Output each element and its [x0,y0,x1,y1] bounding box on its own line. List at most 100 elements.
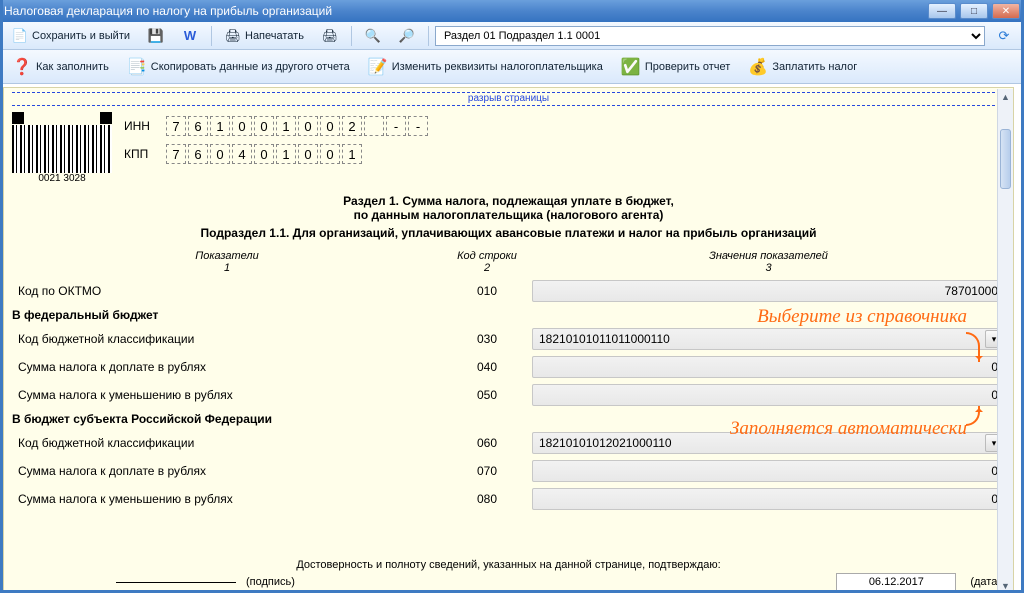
digit-cell[interactable]: 6 [188,144,208,164]
maximize-button[interactable]: □ [960,3,988,19]
digit-cell[interactable]: - [408,116,428,136]
sub-header-label: В бюджет субъекта Российской Федерации [12,412,442,426]
oktmo-value[interactable]: 78701000 [532,280,1005,302]
printer-icon: 🖨 [225,28,241,44]
col3-header: Значения показателей [709,250,828,262]
edit-icon: 📝 [368,57,388,77]
copy-data-button[interactable]: 📑 Скопировать данные из другого отчета [120,54,357,80]
footer-statement: Достоверность и полноту сведений, указан… [4,559,1013,571]
word-button[interactable]: W [175,25,205,47]
how-fill-button[interactable]: ❓ Как заполнить [5,54,116,80]
digit-cell[interactable]: 1 [276,116,296,136]
column-headers: Показатели1 Код строки2 Значения показат… [12,250,1005,274]
separator [428,26,429,46]
oktmo-code: 010 [442,284,532,298]
zoom-in-button[interactable]: 🔍 [358,25,388,47]
col2-header: Код строки [457,250,517,262]
change-req-button[interactable]: 📝 Изменить реквизиты налогоплательщика [361,54,610,80]
digit-cell[interactable]: - [386,116,406,136]
save-exit-button[interactable]: 📄 Сохранить и выйти [5,25,137,47]
minimize-button[interactable]: — [928,3,956,19]
section-nav: Раздел 01 Подраздел 1.1 0001 [435,26,985,46]
signature-label: (подпись) [246,576,295,588]
digit-cell[interactable]: 0 [298,116,318,136]
toolbar-actions: ❓ Как заполнить 📑 Скопировать данные из … [0,50,1024,84]
refresh-button[interactable]: ⟳ [989,25,1019,47]
zoom-out-icon: 🔎 [399,28,415,44]
window-title-bar: Налоговая декларация по налогу на прибыл… [0,0,1024,22]
digit-cell[interactable]: 0 [254,116,274,136]
page-break-indicator: разрыв страницы [12,92,1005,106]
barcode-corners [12,112,112,124]
save-button[interactable]: 💾 [141,25,171,47]
document-page: разрыв страницы 0021 3028 ИНН 761001002-… [3,87,1014,593]
save-exit-icon: 📄 [12,28,28,44]
digit-cell[interactable]: 6 [188,116,208,136]
r030-value[interactable]: 18210101011011000110▾ [532,328,1005,350]
digit-cell[interactable]: 0 [298,144,318,164]
digit-cell[interactable]: 4 [232,144,252,164]
digit-cell[interactable]: 7 [166,144,186,164]
digit-cell[interactable]: 7 [166,116,186,136]
change-req-label: Изменить реквизиты налогоплательщика [392,61,603,73]
digit-cell[interactable]: 0 [320,116,340,136]
vertical-scrollbar[interactable]: ▲ ▼ [997,89,1013,593]
zoom-in-icon: 🔍 [365,28,381,44]
check-report-button[interactable]: ✅ Проверить отчет [614,54,738,80]
digit-cell[interactable] [364,116,384,136]
signature-line[interactable] [116,582,236,583]
check-icon: ✅ [621,57,641,77]
r050-code: 050 [442,388,532,402]
date-field[interactable]: 06.12.2017 [836,573,956,591]
r030-label: Код бюджетной классификации [12,332,442,346]
digit-cell[interactable]: 1 [342,144,362,164]
scroll-thumb[interactable] [1000,129,1011,189]
digit-cell[interactable]: 1 [210,116,230,136]
inn-cells[interactable]: 761001002-- [166,116,430,136]
footer-fields: (подпись) 06.12.2017 (дата) [4,573,1013,591]
r060-value[interactable]: 18210101012021000110▾ [532,432,1005,454]
pay-tax-button[interactable]: 💰 Заплатить налог [741,54,864,80]
r060-label: Код бюджетной классификации [12,436,442,450]
r050-value[interactable]: 0 [532,384,1005,406]
zoom-out-button[interactable]: 🔎 [392,25,422,47]
print-button[interactable]: 🖨 Напечатать [218,25,311,47]
inn-row: ИНН 761001002-- [124,116,430,136]
digit-cell[interactable]: 1 [276,144,296,164]
r040-value[interactable]: 0 [532,356,1005,378]
document-header: 0021 3028 ИНН 761001002-- КПП 760401001 [12,112,1005,184]
r040-code: 040 [442,360,532,374]
digit-cell[interactable]: 0 [232,116,252,136]
r080-label: Сумма налога к уменьшению в рублях [12,492,442,506]
fed-header-label: В федеральный бюджет [12,308,442,322]
print-options-icon: 🖨 [322,28,338,44]
barcode [12,125,112,173]
pay-label: Заплатить налог [772,61,857,73]
row-oktmo: Код по ОКТМО 010 78701000 [12,280,1005,302]
kpp-cells[interactable]: 760401001 [166,144,364,164]
section-title: Раздел 1. Сумма налога, подлежащая уплат… [159,194,859,222]
kpp-label: КПП [124,147,154,161]
r040-label: Сумма налога к доплате в рублях [12,360,442,374]
scroll-down-button[interactable]: ▼ [998,578,1013,593]
save-exit-label: Сохранить и выйти [32,30,130,42]
diskette-icon: 💾 [148,28,164,44]
oktmo-label: Код по ОКТМО [12,284,442,298]
r070-value[interactable]: 0 [532,460,1005,482]
r080-value[interactable]: 0 [532,488,1005,510]
print-label: Напечатать [245,30,304,42]
window-controls: — □ ✕ [928,3,1020,19]
refresh-icon: ⟳ [996,28,1012,44]
row-060: Код бюджетной классификации 060 18210101… [12,432,1005,454]
col1-num: 1 [12,262,442,274]
digit-cell[interactable]: 0 [210,144,230,164]
col1-header: Показатели [195,250,259,262]
digit-cell[interactable]: 0 [254,144,274,164]
print-menu-button[interactable]: 🖨 [315,25,345,47]
digit-cell[interactable]: 0 [320,144,340,164]
section-select[interactable]: Раздел 01 Подраздел 1.1 0001 [435,26,985,46]
question-icon: ❓ [12,57,32,77]
scroll-up-button[interactable]: ▲ [998,89,1013,105]
digit-cell[interactable]: 2 [342,116,362,136]
close-button[interactable]: ✕ [992,3,1020,19]
